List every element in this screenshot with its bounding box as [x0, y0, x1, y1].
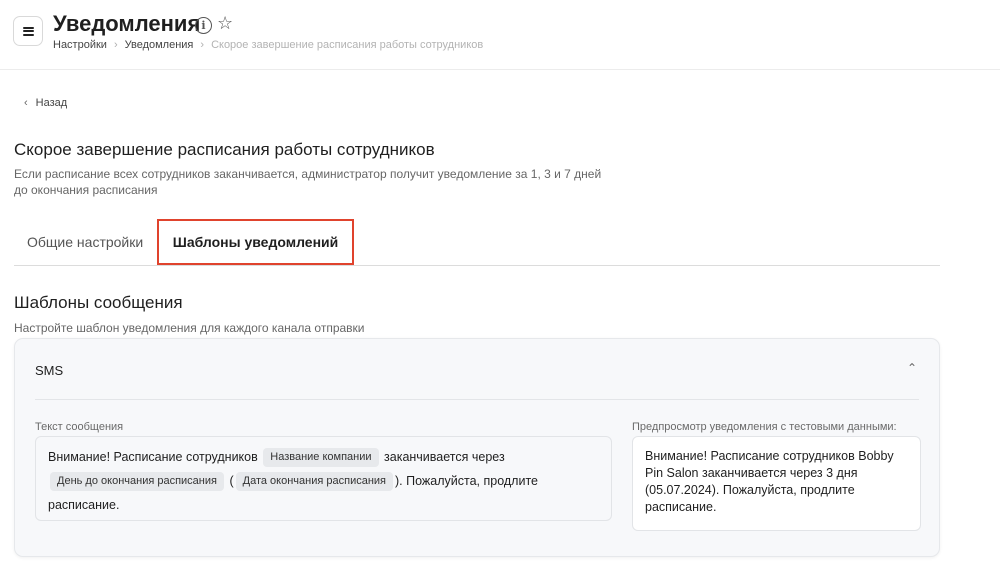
tabs: Общие настройки Шаблоны уведомлений [14, 219, 940, 266]
preview-label: Предпросмотр уведомления с тестовыми дан… [632, 421, 897, 433]
breadcrumb-current: Скорое завершение расписания работы сотр… [211, 39, 484, 51]
message-label: Текст сообщения [35, 421, 124, 433]
page-header: Уведомления i ☆ Настройки › Уведомления … [0, 0, 1000, 70]
sms-card: SMS ⌃ Текст сообщения Внимание! Расписан… [14, 338, 940, 557]
chevron-right-icon: › [200, 39, 205, 51]
sms-card-title[interactable]: SMS [35, 363, 63, 378]
chevron-up-icon[interactable]: ⌃ [907, 361, 917, 375]
chevron-right-icon: › [113, 39, 118, 51]
divider [35, 399, 919, 400]
menu-icon [22, 26, 34, 36]
variable-chip-days[interactable]: День до окончания расписания [50, 472, 224, 492]
back-label: Назад [35, 97, 68, 109]
preview-box: Внимание! Расписание сотрудников Bobby P… [632, 436, 921, 531]
message-text: Внимание! Расписание сотрудников [48, 450, 258, 464]
menu-button[interactable] [13, 16, 43, 46]
templates-description: Настройте шаблон уведомления для каждого… [14, 321, 365, 335]
templates-title: Шаблоны сообщения [14, 293, 183, 312]
section-description: Если расписание всех сотрудников заканчи… [14, 167, 602, 197]
info-icon[interactable]: i [195, 17, 212, 34]
variable-chip-company[interactable]: Название компании [263, 448, 379, 468]
tab-notification-templates[interactable]: Шаблоны уведомлений [157, 219, 354, 265]
breadcrumb: Настройки › Уведомления › Скорое заверше… [53, 39, 483, 51]
message-editor[interactable]: Внимание! Расписание сотрудников Названи… [35, 436, 612, 521]
breadcrumb-settings[interactable]: Настройки [53, 39, 107, 51]
variable-chip-date[interactable]: Дата окончания расписания [235, 472, 394, 492]
tab-general-settings[interactable]: Общие настройки [27, 219, 143, 265]
breadcrumb-notifications[interactable]: Уведомления [125, 39, 194, 51]
page-title: Уведомления [53, 11, 201, 36]
star-icon[interactable]: ☆ [217, 14, 233, 32]
section-title: Скорое завершение расписания работы сотр… [14, 140, 435, 159]
chevron-left-icon: ‹ [24, 97, 28, 109]
back-link[interactable]: ‹ Назад [24, 97, 67, 109]
message-text: ( [229, 474, 234, 488]
message-text: заканчивается через [384, 450, 505, 464]
